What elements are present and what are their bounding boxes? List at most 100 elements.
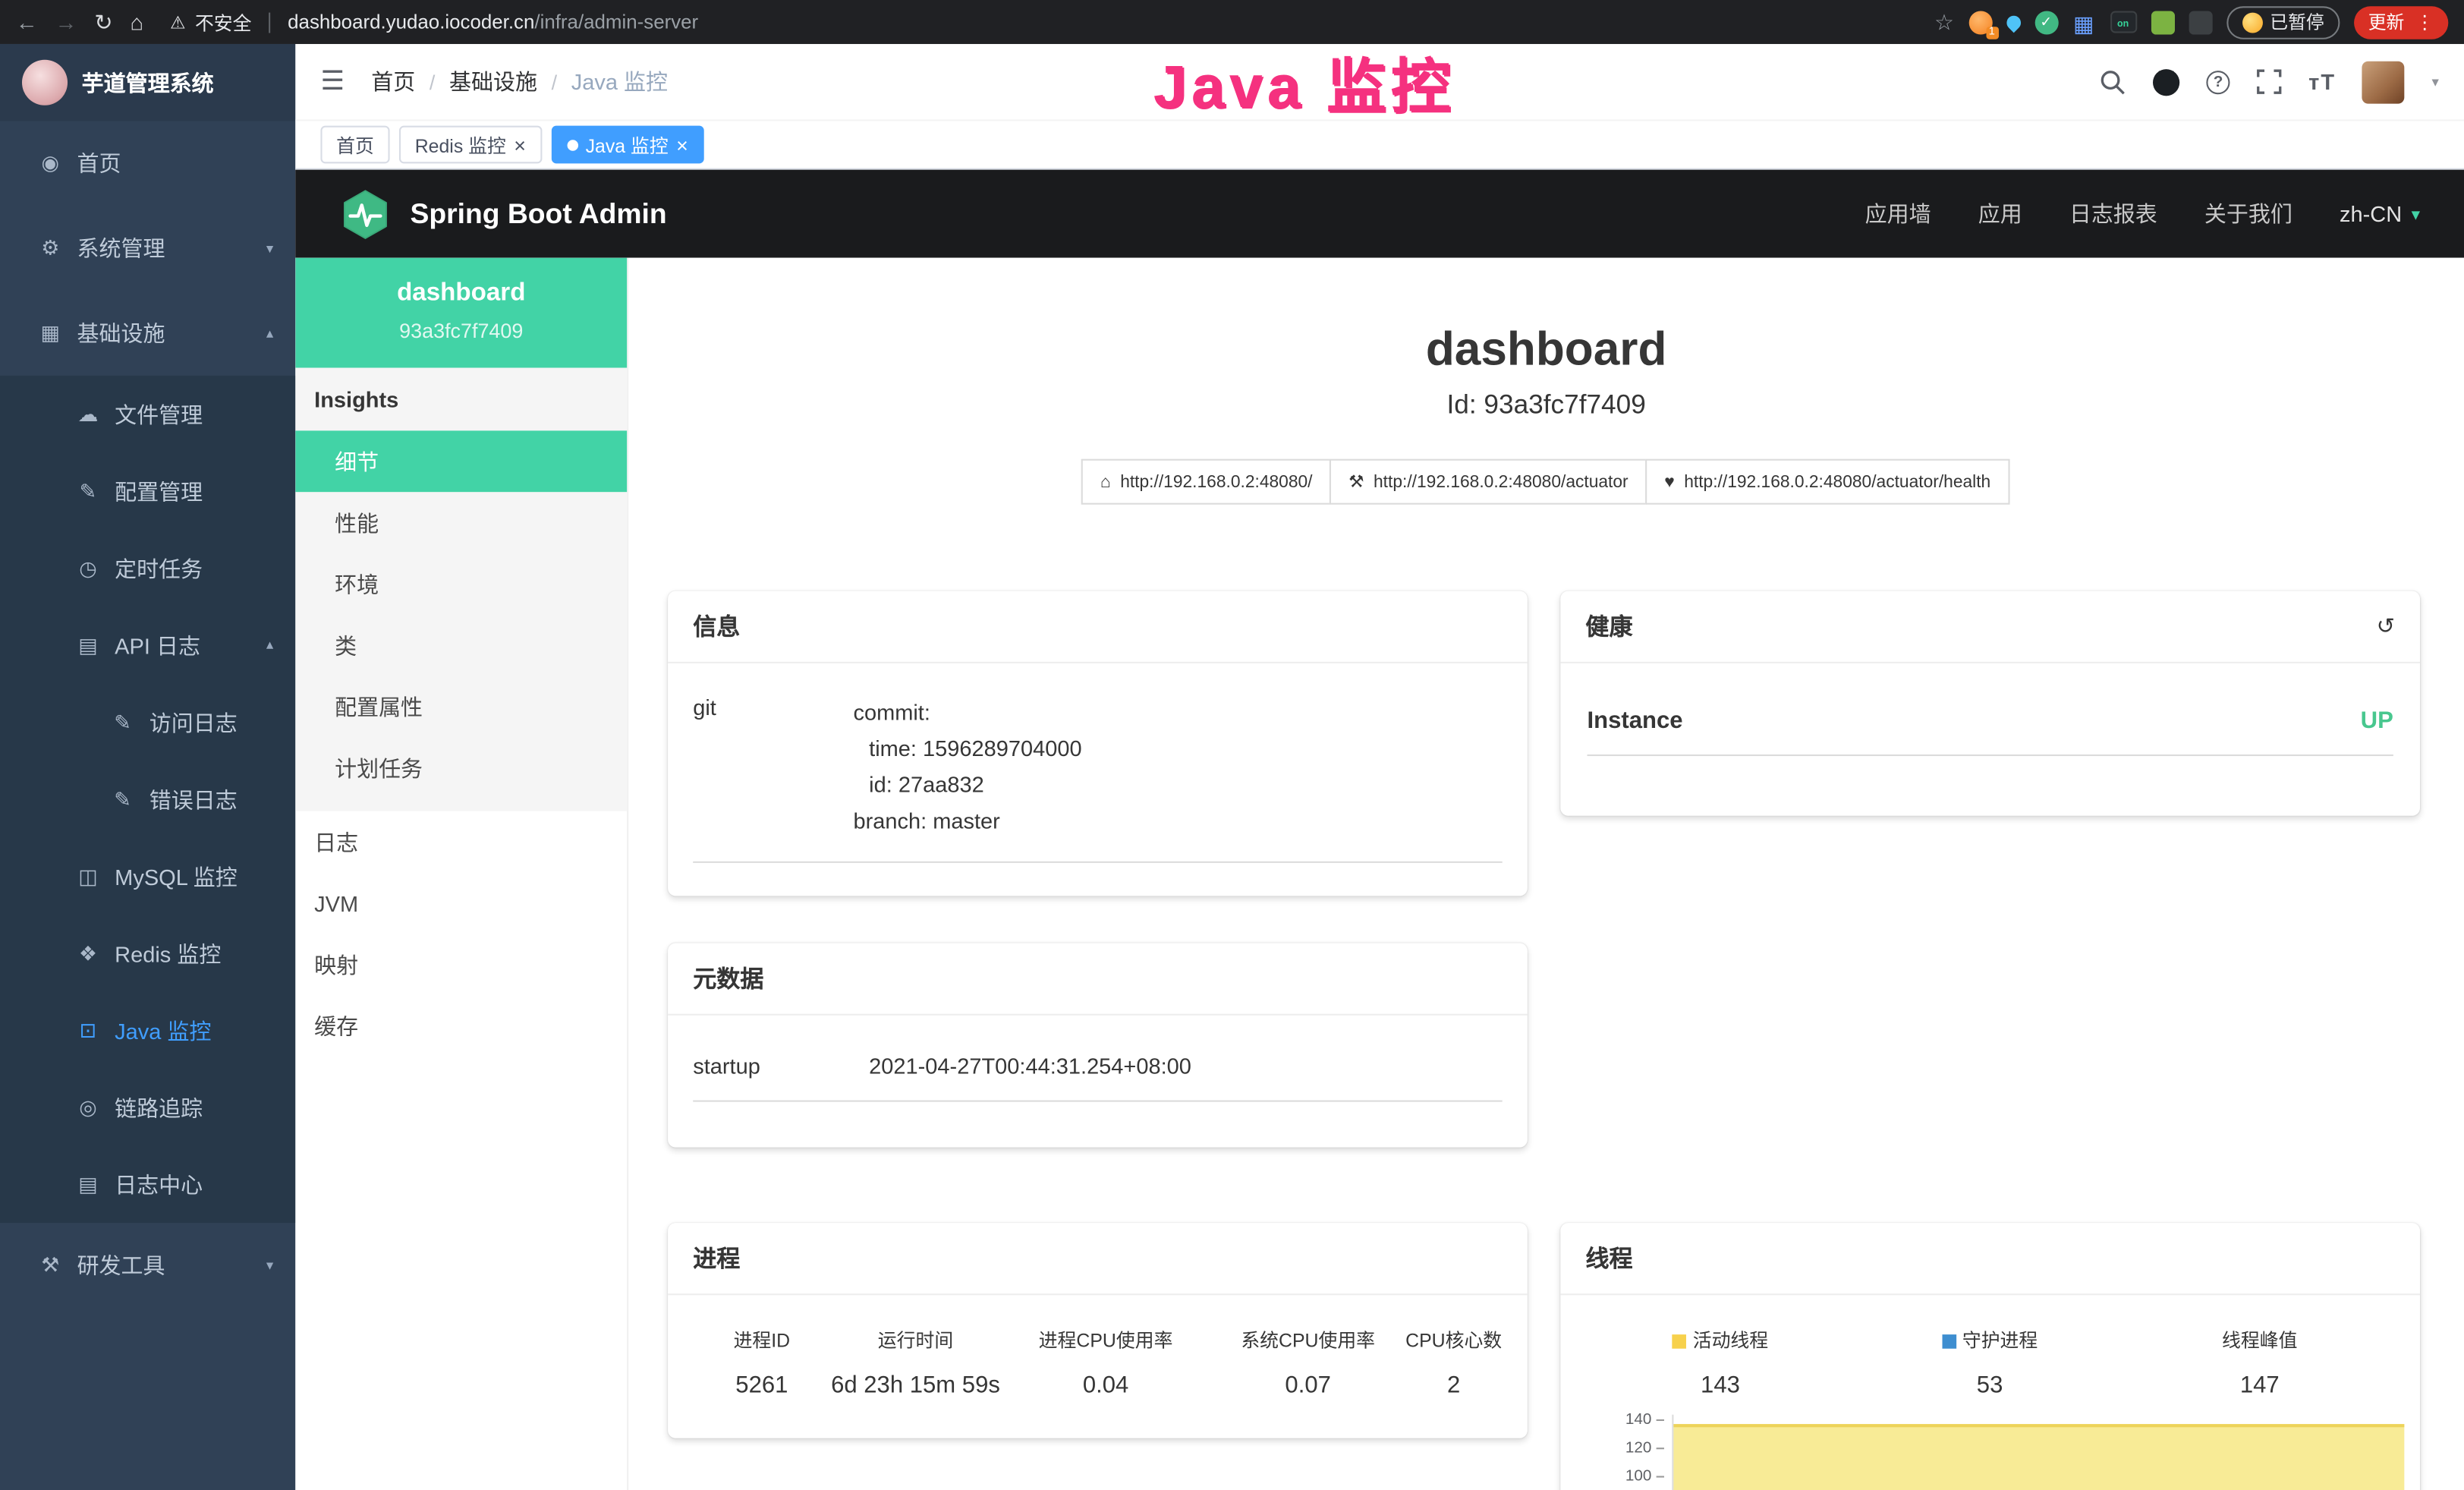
bookmark-star-icon[interactable]: ☆ (1934, 11, 1954, 33)
sba-item-scheduled-tasks[interactable]: 计划任务 (295, 737, 627, 799)
sidebar-item-config-management[interactable]: ✎ 配置管理 (0, 452, 295, 529)
sba-nav-about[interactable]: 关于我们 (2204, 198, 2292, 229)
instance-name: dashboard (308, 280, 615, 308)
sba-item-caches[interactable]: 缓存 (295, 995, 627, 1057)
sba-item-details[interactable]: 细节 (295, 430, 627, 492)
sba-nav-journal[interactable]: 日志报表 (2069, 198, 2157, 229)
daemon-threads-legend-icon (1942, 1334, 1956, 1349)
sba-item-classes[interactable]: 类 (295, 615, 627, 676)
active-threads-legend-icon (1673, 1334, 1687, 1349)
health-url-link[interactable]: ♥ http://192.168.0.2:48080/actuator/heal… (1645, 459, 2009, 505)
extensions-puzzle-icon[interactable] (2189, 10, 2212, 33)
hamburger-icon[interactable]: ☰ (320, 66, 345, 97)
help-icon[interactable]: ? (2207, 70, 2230, 93)
extension-icon[interactable] (2151, 10, 2174, 33)
cloud-icon: ☁ (75, 402, 100, 427)
extension-icon[interactable]: 1 (1968, 10, 1992, 33)
close-icon[interactable]: × (514, 134, 526, 155)
info-card-header: 信息 (668, 591, 1528, 663)
sidebar-item-access-logs[interactable]: ✎ 访问日志 (0, 684, 295, 761)
address-bar[interactable]: dashboard.yudao.iocoder.cn/infra/admin-s… (288, 11, 698, 33)
dashboard-icon: ◉ (38, 151, 63, 176)
sba-item-loggers[interactable]: 日志 (295, 811, 627, 873)
edit-icon: ✎ (75, 479, 100, 504)
history-icon[interactable]: ↺ (2377, 613, 2395, 640)
header-actions: ? тT ▾ (2100, 61, 2439, 103)
health-card: 健康 ↺ Instance UP (1560, 591, 2420, 816)
sidebar-item-file-management[interactable]: ☁ 文件管理 (0, 376, 295, 452)
forward-icon[interactable]: → (55, 11, 77, 33)
site-security[interactable]: ⚠ 不安全 (170, 8, 251, 35)
sidebar-item-mysql-monitor[interactable]: ◫ MySQL 监控 (0, 838, 295, 915)
service-url-link[interactable]: ⌂ http://192.168.0.2:48080/ (1081, 459, 1331, 505)
card-title: 健康 (1585, 610, 1632, 642)
vue-devtools-icon[interactable]: ✓ (2034, 10, 2058, 33)
extension-grid-icon[interactable]: ▦ (2072, 10, 2095, 33)
app-logo-row[interactable]: 芋道管理系统 (0, 44, 295, 121)
browser-home-icon[interactable]: ⌂ (130, 11, 143, 33)
browser-update-button[interactable]: 更新 ⋮ (2354, 5, 2448, 38)
sba-nav-applications[interactable]: 应用 (1978, 198, 2022, 229)
info-card-body: git commit: time: 1596289704000 id: 27aa… (668, 663, 1528, 863)
sidebar-item-error-logs[interactable]: ✎ 错误日志 (0, 761, 295, 837)
sidebar-item-system-management[interactable]: ⚙ 系统管理 ▾ (0, 206, 295, 291)
sidebar-item-home[interactable]: ◉ 首页 (0, 121, 295, 206)
sidebar-item-label: 首页 (77, 148, 273, 179)
tab-home[interactable]: 首页 (320, 126, 389, 164)
sba-main-content: dashboard Id: 93a3fc7f7409 ⌂ http://192.… (628, 258, 2464, 1490)
breadcrumb-separator: / (552, 70, 558, 93)
switch-extension-icon[interactable]: on (2110, 11, 2136, 33)
search-icon[interactable] (2100, 68, 2126, 95)
card-title: 线程 (1585, 1242, 1632, 1274)
breadcrumb-item[interactable]: 基础设施 (449, 66, 537, 97)
threads-value: 147 (2125, 1372, 2395, 1399)
close-icon[interactable]: × (676, 134, 688, 155)
tab-bar: 首页 Redis 监控 × Java 监控 × (295, 121, 2464, 169)
breadcrumb-item[interactable]: 首页 (371, 66, 415, 97)
instance-header[interactable]: dashboard 93a3fc7f7409 (295, 258, 627, 368)
tab-label: Java 监控 (586, 131, 669, 158)
sba-header: Spring Boot Admin 应用墙 应用 日志报表 关于我们 zh-CN… (295, 170, 2464, 258)
sba-item-environment[interactable]: 环境 (295, 553, 627, 615)
sidebar-item-log-center[interactable]: ▤ 日志中心 (0, 1146, 295, 1223)
tab-java-monitor[interactable]: Java 监控 × (551, 126, 703, 164)
card-title: 信息 (693, 610, 740, 642)
back-icon[interactable]: ← (16, 11, 38, 33)
spring-boot-admin-logo (339, 187, 391, 239)
sidebar-item-api-logs[interactable]: ▤ API 日志 ▴ (0, 606, 295, 683)
font-size-icon[interactable]: тT (2308, 69, 2336, 94)
app-logo-icon (22, 60, 68, 106)
sba-nav-wallboard[interactable]: 应用墙 (1865, 198, 1931, 229)
user-avatar[interactable] (2362, 61, 2405, 103)
reload-icon[interactable]: ↻ (94, 11, 112, 33)
browser-menu-icon[interactable]: ⋮ (2415, 11, 2434, 33)
sidebar-item-label: 日志中心 (115, 1169, 273, 1200)
sidebar-item-java-monitor[interactable]: ⊡ Java 监控 (0, 992, 295, 1069)
wrench-icon: ⚒ (1348, 471, 1364, 492)
actuator-url-link[interactable]: ⚒ http://192.168.0.2:48080/actuator (1330, 459, 1647, 505)
paused-profile-chip[interactable]: 已暂停 (2226, 5, 2340, 38)
y-axis-tick: 120 (1582, 1440, 1664, 1457)
warning-icon: ⚠ (170, 12, 185, 33)
home-icon: ⌂ (1100, 472, 1111, 491)
sba-item-mappings[interactable]: 映射 (295, 934, 627, 995)
sba-language-select[interactable]: zh-CN ▾ (2340, 201, 2420, 226)
caret-down-icon[interactable]: ▾ (2431, 73, 2438, 90)
health-row-instance[interactable]: Instance UP (1588, 707, 2393, 756)
sba-item-metrics[interactable]: 性能 (295, 492, 627, 553)
extension-icon[interactable] (2003, 12, 2023, 32)
fullscreen-icon[interactable] (2257, 69, 2282, 94)
sidebar-item-redis-monitor[interactable]: ❖ Redis 监控 (0, 915, 295, 991)
threads-card-header: 线程 (1560, 1223, 2420, 1295)
timer-icon: ◷ (75, 556, 100, 581)
sidebar-item-infrastructure[interactable]: ▦ 基础设施 ▴ (0, 291, 295, 376)
github-icon[interactable] (2153, 68, 2179, 95)
sba-item-config-props[interactable]: 配置属性 (295, 676, 627, 737)
sidebar-item-scheduled-jobs[interactable]: ◷ 定时任务 (0, 530, 295, 606)
info-line: branch: master (853, 803, 1081, 840)
tab-redis-monitor[interactable]: Redis 监控 × (399, 126, 542, 164)
sidebar-item-tracing[interactable]: ◎ 链路追踪 (0, 1069, 295, 1145)
sba-item-jvm[interactable]: JVM (295, 872, 627, 934)
sidebar-item-dev-tools[interactable]: ⚒ 研发工具 ▾ (0, 1223, 295, 1308)
sba-brand-title[interactable]: Spring Boot Admin (410, 197, 666, 230)
